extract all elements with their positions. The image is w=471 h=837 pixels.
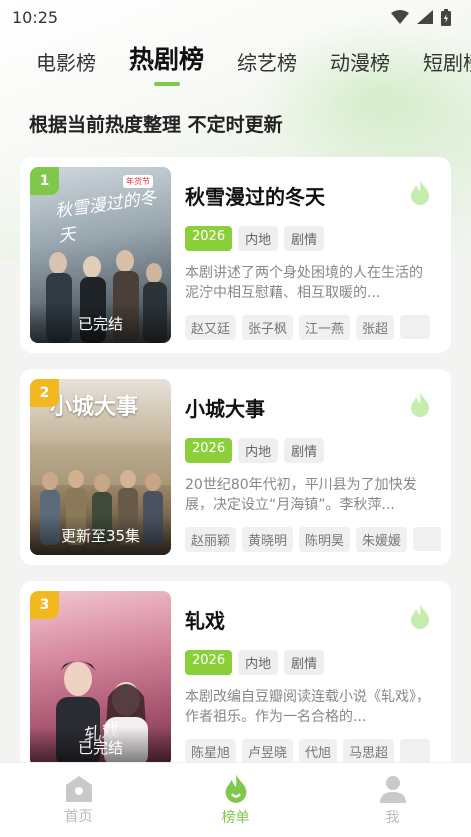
poster-status: 更新至35集 xyxy=(30,515,171,555)
cast-chip: 陈星旭 xyxy=(185,739,237,764)
signal-icon xyxy=(417,10,433,24)
poster-sticker: 年货节 xyxy=(123,175,153,188)
genre-tag: 剧情 xyxy=(284,438,325,463)
tag-row: 2026 内地 剧情 xyxy=(185,650,441,675)
bottom-nav: 首页 榜单 我 xyxy=(0,762,471,837)
tab-short-drama[interactable]: 短剧榜 xyxy=(423,47,471,94)
poster-status: 已完结 xyxy=(30,727,171,767)
cast-chip: 马思超 xyxy=(343,739,395,764)
cast-chip: 黄晓明 xyxy=(242,527,294,552)
drama-title: 轧戏 xyxy=(185,609,225,633)
nav-label: 我 xyxy=(385,809,400,826)
cast-row: 陈星旭 卢昱晓 代旭 马思超 xyxy=(185,739,441,764)
drama-description: 本剧改编自豆瓣阅读连载小说《轧戏》，作者祖乐。作为一名合格的... xyxy=(185,689,430,725)
cast-chip: 朱媛媛 xyxy=(356,527,408,552)
tab-drama[interactable]: 热剧榜 xyxy=(129,40,204,94)
poster-title-art: 小城大事 xyxy=(50,394,139,420)
poster: 小城大事 2 更新至35集 xyxy=(30,379,171,555)
genre-tag: 剧情 xyxy=(284,650,325,675)
drama-title: 小城大事 xyxy=(185,397,265,421)
poster: 秋雪漫过的冬天 年货节 1 已完结 xyxy=(30,167,171,343)
nav-ranking[interactable]: 榜单 xyxy=(196,773,276,827)
tab-variety[interactable]: 综艺榜 xyxy=(237,47,297,94)
rank-badge: 3 xyxy=(30,591,59,619)
category-tabs: 电影榜 热剧榜 综艺榜 动漫榜 短剧榜 xyxy=(0,34,471,94)
year-tag: 2026 xyxy=(185,650,233,675)
tab-anime[interactable]: 动漫榜 xyxy=(330,47,390,94)
tab-movie[interactable]: 电影榜 xyxy=(36,47,96,94)
cast-chip-overflow xyxy=(413,527,441,551)
rank-badge: 1 xyxy=(30,167,59,195)
battery-icon xyxy=(441,8,451,26)
status-bar: 10:25 xyxy=(0,0,471,34)
nav-home[interactable]: 首页 xyxy=(39,775,119,826)
ranking-list: 秋雪漫过的冬天 年货节 1 已完结 秋雪漫过的冬天 2026 内地 剧情 本剧讲… xyxy=(0,157,471,777)
card-info: 轧戏 2026 内地 剧情 本剧改编自豆瓣阅读连载小说《轧戏》，作者祖乐。作为一… xyxy=(185,591,441,767)
region-tag: 内地 xyxy=(238,226,279,251)
genre-tag: 剧情 xyxy=(284,226,325,251)
card-info: 小城大事 2026 内地 剧情 20世纪80年代初，平川县为了加快发展，决定设立… xyxy=(185,379,441,555)
cast-chip: 张超 xyxy=(356,315,395,340)
status-time: 10:25 xyxy=(12,7,59,27)
cast-row: 赵又廷 张子枫 江一燕 张超 xyxy=(185,315,441,340)
nav-label: 榜单 xyxy=(221,809,250,826)
drama-description: 20世纪80年代初，平川县为了加快发展，决定设立“月海镇”。李秋萍... xyxy=(185,477,417,513)
status-icons xyxy=(391,8,451,26)
flame-icon xyxy=(411,392,429,417)
poster: 轧戏 3 已完结 xyxy=(30,591,171,767)
tag-row: 2026 内地 剧情 xyxy=(185,226,441,251)
cast-chip-overflow xyxy=(400,315,431,339)
tag-row: 2026 内地 剧情 xyxy=(185,438,441,463)
home-icon xyxy=(65,775,92,802)
cast-chip: 陈明昊 xyxy=(299,527,351,552)
nav-label: 首页 xyxy=(64,808,93,825)
year-tag: 2026 xyxy=(185,226,233,251)
cast-chip-overflow xyxy=(400,739,431,763)
nav-profile[interactable]: 我 xyxy=(353,774,433,827)
ranking-card[interactable]: 轧戏 3 已完结 轧戏 2026 内地 剧情 本剧改编自豆瓣阅读连载小说《轧戏》… xyxy=(20,581,451,777)
flame-icon xyxy=(411,604,429,629)
rank-badge: 2 xyxy=(30,379,59,407)
cast-chip: 赵又廷 xyxy=(185,315,237,340)
page-subtitle: 根据当前热度整理 不定时更新 xyxy=(29,114,283,136)
wifi-icon xyxy=(391,10,409,24)
region-tag: 内地 xyxy=(238,438,279,463)
cast-chip: 张子枫 xyxy=(242,315,294,340)
ranking-card[interactable]: 小城大事 2 更新至35集 小城大事 2026 内地 剧情 20世纪80年代初，… xyxy=(20,369,451,565)
poster-status: 已完结 xyxy=(30,303,171,343)
region-tag: 内地 xyxy=(238,650,279,675)
flame-icon xyxy=(225,773,246,803)
flame-icon xyxy=(411,180,429,205)
year-tag: 2026 xyxy=(185,438,233,463)
cast-row: 赵丽颖 黄晓明 陈明昊 朱媛媛 xyxy=(185,527,441,552)
cast-chip: 赵丽颖 xyxy=(185,527,237,552)
drama-description: 本剧讲述了两个身处困境的人在生活的泥泞中相互慰藉、相互取暖的... xyxy=(185,265,423,301)
cast-chip: 卢昱晓 xyxy=(242,739,294,764)
drama-title: 秋雪漫过的冬天 xyxy=(185,185,325,209)
person-icon xyxy=(379,775,406,803)
ranking-card[interactable]: 秋雪漫过的冬天 年货节 1 已完结 秋雪漫过的冬天 2026 内地 剧情 本剧讲… xyxy=(20,157,451,353)
card-info: 秋雪漫过的冬天 2026 内地 剧情 本剧讲述了两个身处困境的人在生活的泥泞中相… xyxy=(185,167,441,343)
cast-chip: 江一燕 xyxy=(299,315,351,340)
cast-chip: 代旭 xyxy=(299,739,338,764)
